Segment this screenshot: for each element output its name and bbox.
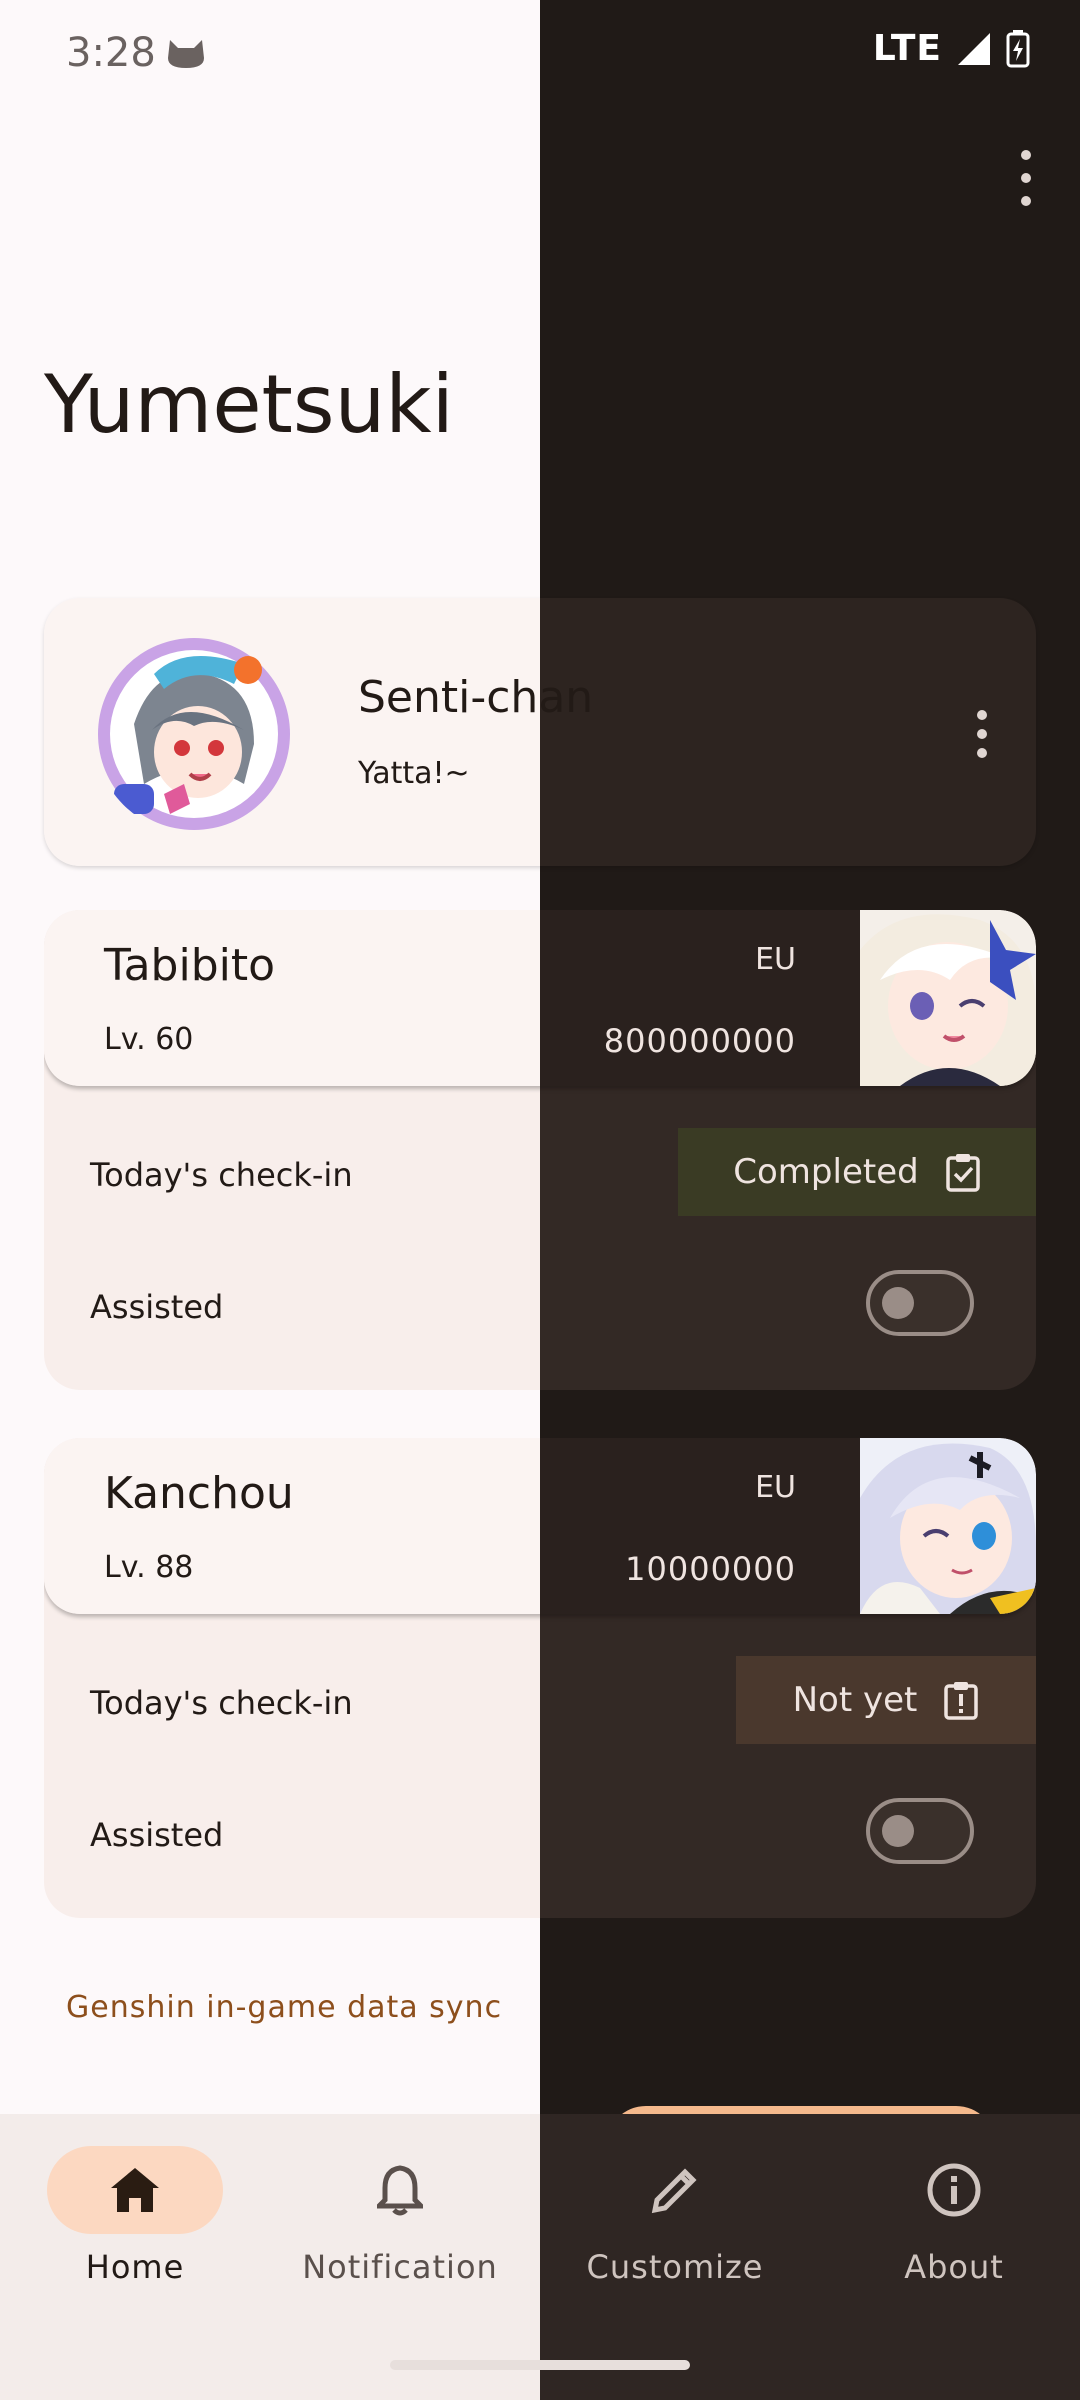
account-region: EU [755, 1470, 796, 1505]
gesture-handle[interactable] [390, 2360, 690, 2370]
account-card[interactable]: Tabibito Lv. 60 EU 800000000 Today's che… [44, 910, 1036, 1390]
info-icon [927, 2163, 981, 2217]
account-header[interactable]: Kanchou Lv. 88 EU 10000000 [44, 1438, 1036, 1614]
account-region: EU [755, 942, 796, 977]
account-level: Lv. 60 [104, 1022, 194, 1057]
nav-item-about[interactable]: About [819, 2146, 1080, 2306]
character-portrait [860, 1438, 1036, 1614]
pencil-icon [651, 2168, 697, 2214]
profile-name: Senti-chan [358, 672, 594, 723]
account-name: Kanchou [104, 1468, 294, 1519]
nav-item-notification[interactable]: Notification [265, 2146, 535, 2306]
character-portrait [860, 910, 1036, 1086]
checkin-status-chip[interactable]: Completed [678, 1128, 1036, 1216]
account-uid: 10000000 [625, 1550, 796, 1588]
cat-notification-icon [168, 40, 204, 68]
status-time: 3:28 [66, 30, 156, 76]
checkin-status-text: Not yet [792, 1680, 918, 1720]
profile-status: Yatta!~ [358, 756, 470, 791]
nav-label: Notification [302, 2248, 498, 2286]
bell-icon [377, 2165, 423, 2216]
account-header[interactable]: Tabibito Lv. 60 EU 800000000 [44, 910, 1036, 1086]
network-type: LTE [872, 28, 942, 69]
overflow-menu-button[interactable] [1012, 150, 1040, 206]
page-title: Yumetsuki [44, 358, 454, 451]
more-vert-icon [977, 710, 987, 720]
more-vert-icon [1021, 150, 1031, 160]
assisted-toggle[interactable] [866, 1270, 974, 1336]
nav-label: Customize [586, 2248, 764, 2286]
account-card[interactable]: Kanchou Lv. 88 EU 10000000 Today's check… [44, 1438, 1036, 1918]
nav-label: Home [85, 2248, 185, 2286]
checkin-status-chip[interactable]: Not yet [736, 1656, 1036, 1744]
account-uid: 800000000 [603, 1022, 796, 1060]
nav-label: About [904, 2248, 1004, 2286]
checkin-label: Today's check-in [90, 1156, 353, 1194]
profile-menu-button[interactable] [972, 710, 992, 758]
checkin-label: Today's check-in [90, 1684, 353, 1722]
assisted-label: Assisted [90, 1816, 224, 1854]
bottom-navigation: Home Notification Customize About [0, 2114, 1080, 2400]
checkin-status-text: Completed [733, 1152, 919, 1192]
account-level: Lv. 88 [104, 1550, 194, 1585]
clipboard-alert-icon [944, 1682, 979, 1720]
assisted-label: Assisted [90, 1288, 224, 1326]
nav-item-customize[interactable]: Customize [540, 2146, 810, 2306]
account-name: Tabibito [104, 940, 276, 991]
assisted-toggle[interactable] [866, 1798, 974, 1864]
avatar [98, 638, 290, 830]
nav-item-home[interactable]: Home [0, 2146, 270, 2306]
clipboard-check-icon [945, 1154, 980, 1192]
home-icon [111, 2168, 159, 2212]
profile-card[interactable]: Senti-chan Yatta!~ [44, 598, 1036, 866]
data-sync-link[interactable]: Genshin in-game data sync [66, 1990, 502, 2025]
signal-icon [958, 32, 990, 65]
battery-charging-icon [1006, 29, 1030, 67]
